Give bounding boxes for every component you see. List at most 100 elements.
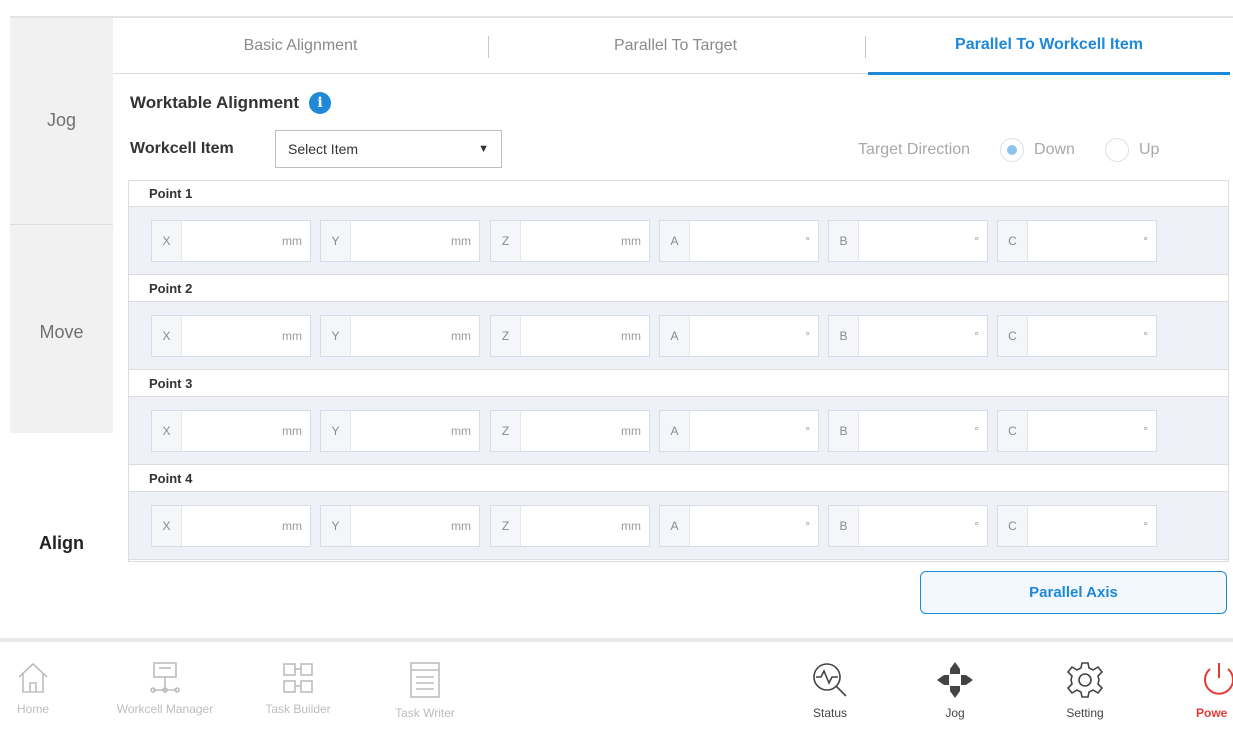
unit-label: ° xyxy=(974,519,979,533)
unit-label: ° xyxy=(805,424,810,438)
tab-basic-alignment[interactable]: Basic Alignment xyxy=(113,18,488,73)
coordinate-input-c[interactable]: C ° xyxy=(997,315,1157,357)
coordinate-input-x[interactable]: Xmm xyxy=(151,505,311,547)
nav-task-writer[interactable]: Task Writer xyxy=(380,642,470,733)
coordinate-input-z[interactable]: Zmm xyxy=(490,220,650,262)
axis-label: A xyxy=(660,221,690,261)
jog-icon xyxy=(937,662,973,698)
unit-label: mm xyxy=(282,519,302,533)
unit-label: mm xyxy=(282,234,302,248)
coordinate-input-a[interactable]: A ° xyxy=(659,410,819,452)
axis-label: Z xyxy=(491,221,521,261)
bottom-bar: Home Workcell Manager Task Builder Task … xyxy=(0,642,1233,733)
coordinate-input-x[interactable]: Xmm xyxy=(151,220,311,262)
unit-label: mm xyxy=(451,329,471,343)
nav-jog[interactable]: Jog xyxy=(925,642,985,733)
coordinate-input-y[interactable]: Ymm xyxy=(320,315,480,357)
nav-setting[interactable]: Setting xyxy=(1050,642,1120,733)
coordinate-input-x[interactable]: Xmm xyxy=(151,315,311,357)
point-row: Xmm Ymm Zmm A ° B ° C ° xyxy=(129,396,1228,465)
target-direction-label: Target Direction xyxy=(858,141,971,158)
info-icon[interactable]: i xyxy=(309,92,332,114)
axis-label: Y xyxy=(321,506,351,546)
coordinate-input-b[interactable]: B ° xyxy=(828,220,988,262)
unit-label: ° xyxy=(1143,234,1148,248)
sidenav-item-label: Jog xyxy=(46,110,77,130)
point-label: Point 3 xyxy=(129,371,1228,397)
coordinate-input-a[interactable]: A ° xyxy=(659,220,819,262)
unit-label: mm xyxy=(621,234,641,248)
point-row: Xmm Ymm Zmm A ° B ° C ° xyxy=(129,301,1228,370)
page-title: Worktable Alignment xyxy=(130,93,300,112)
axis-label: C xyxy=(998,411,1028,451)
parallel-axis-button[interactable]: Parallel Axis xyxy=(920,571,1227,614)
coordinate-input-b[interactable]: B ° xyxy=(828,505,988,547)
nav-status[interactable]: Status xyxy=(800,642,860,733)
axis-label: X xyxy=(152,506,182,546)
task-writer-icon xyxy=(410,662,440,698)
unit-label: mm xyxy=(621,519,641,533)
workcell-item-select[interactable]: Select Item ▼ xyxy=(275,130,502,168)
nav-label: Setting xyxy=(1066,706,1104,720)
status-icon xyxy=(813,663,847,697)
nav-home[interactable]: Home xyxy=(8,642,58,733)
coordinate-input-y[interactable]: Ymm xyxy=(320,505,480,547)
sidenav-item-align[interactable]: Align xyxy=(10,433,113,638)
coordinate-input-z[interactable]: Zmm xyxy=(490,505,650,547)
radio-circle xyxy=(1000,138,1025,162)
coordinate-input-y[interactable]: Ymm xyxy=(320,220,480,262)
nav-workcell-manager[interactable]: Workcell Manager xyxy=(100,642,230,733)
axis-label: C xyxy=(998,221,1028,261)
unit-label: mm xyxy=(621,424,641,438)
unit-label: ° xyxy=(805,519,810,533)
point-label: Point 2 xyxy=(129,276,1228,302)
nav-label: Jog xyxy=(945,706,965,720)
coordinate-input-a[interactable]: A ° xyxy=(659,315,819,357)
unit-label: mm xyxy=(282,424,302,438)
sidenav-item-label: Align xyxy=(39,533,84,553)
coordinate-input-z[interactable]: Zmm xyxy=(490,410,650,452)
tab-parallel-to-target[interactable]: Parallel To Target xyxy=(488,18,863,73)
axis-label: B xyxy=(829,506,859,546)
coordinate-input-b[interactable]: B ° xyxy=(828,410,988,452)
alignment-tabs: Basic Alignment Parallel To Target Paral… xyxy=(113,18,1230,75)
point-row: Xmm Ymm Zmm A ° B ° C ° xyxy=(129,491,1228,560)
coordinate-input-x[interactable]: Xmm xyxy=(151,410,311,452)
axis-label: X xyxy=(152,221,182,261)
workcell-manager-icon xyxy=(150,662,180,693)
axis-label: Y xyxy=(321,221,351,261)
unit-label: mm xyxy=(451,519,471,533)
coordinate-input-b[interactable]: B ° xyxy=(828,315,988,357)
unit-label: ° xyxy=(805,329,810,343)
tab-divider xyxy=(865,36,866,58)
tab-parallel-to-workcell-item[interactable]: Parallel To Workcell Item xyxy=(868,18,1230,75)
coordinate-input-a[interactable]: A ° xyxy=(659,505,819,547)
coordinate-input-c[interactable]: C ° xyxy=(997,220,1157,262)
select-value: Select Item xyxy=(288,141,359,157)
axis-label: Z xyxy=(491,411,521,451)
coordinate-input-z[interactable]: Zmm xyxy=(490,315,650,357)
points-panel: Point 1 Xmm Ymm Zmm A ° B ° C ° Point 2 Xmm Ymm Zmm A °… xyxy=(128,180,1229,562)
axis-label: B xyxy=(829,221,859,261)
radio-down[interactable]: Down xyxy=(1000,138,1075,162)
section-heading: Worktable Alignment i xyxy=(130,92,332,114)
radio-up[interactable]: Up xyxy=(1104,138,1159,162)
axis-label: A xyxy=(660,506,690,546)
unit-label: ° xyxy=(974,234,979,248)
sidenav-item-jog[interactable]: Jog xyxy=(10,18,113,225)
nav-task-builder[interactable]: Task Builder xyxy=(250,642,346,733)
nav-label: Home xyxy=(16,702,49,716)
coordinate-input-c[interactable]: C ° xyxy=(997,505,1157,547)
axis-label: C xyxy=(998,506,1028,546)
coordinate-input-c[interactable]: C ° xyxy=(997,410,1157,452)
unit-label: mm xyxy=(282,329,302,343)
axis-label: Z xyxy=(491,506,521,546)
nav-power[interactable]: Powe xyxy=(1193,642,1233,733)
unit-label: ° xyxy=(974,329,979,343)
axis-label: B xyxy=(829,316,859,356)
coordinate-input-y[interactable]: Ymm xyxy=(320,410,480,452)
radio-label: Down xyxy=(1034,141,1075,158)
task-builder-icon xyxy=(283,663,313,693)
sidenav-item-move[interactable]: Move xyxy=(10,225,113,433)
unit-label: mm xyxy=(621,329,641,343)
